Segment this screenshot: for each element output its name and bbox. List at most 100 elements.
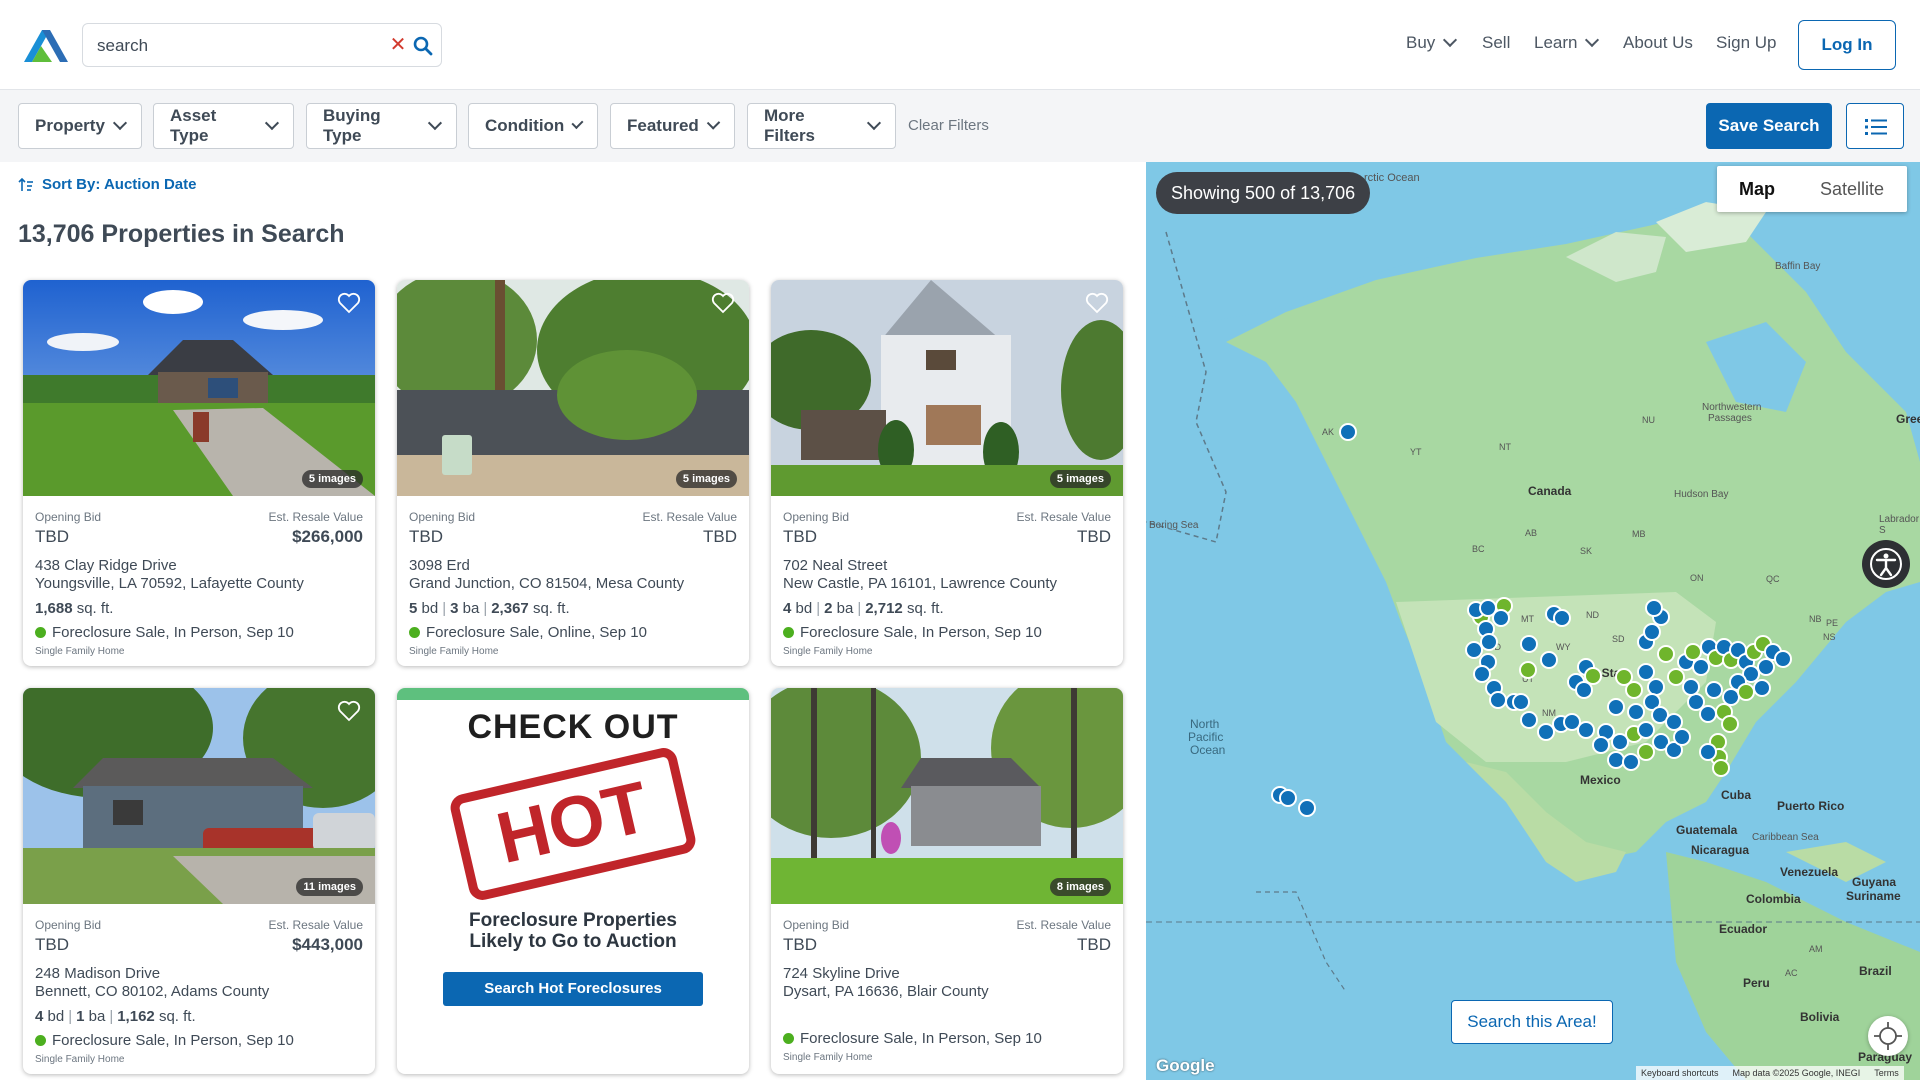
nav-buy[interactable]: Buy [1406,32,1458,53]
property-photo[interactable]: 5 images [397,280,749,496]
accessibility-button[interactable] [1862,540,1910,588]
favorite-heart-icon[interactable] [1085,292,1109,314]
google-logo: Google [1156,1056,1215,1075]
search-this-area-button[interactable]: Search this Area! [1451,1000,1613,1044]
results-count-title: 13,706 Properties in Search [18,220,345,248]
nav-buy-label: Buy [1406,33,1436,52]
map-data-text: Map data ©2025 Google, INEGI [1732,1068,1861,1078]
address-line1: 3098 Erd [409,557,470,574]
property-type: Single Family Home [35,646,125,657]
address-line1: 724 Skyline Drive [783,965,900,982]
baths-value: 1 [76,1008,85,1025]
opening-bid-label: Opening Bid [783,918,850,932]
nav-sign-up[interactable]: Sign Up [1716,33,1776,53]
brand-logo[interactable] [22,26,70,64]
favorite-heart-icon[interactable] [711,292,735,314]
list-view-button[interactable] [1846,103,1904,149]
property-card[interactable]: 5 images Opening Bid Est. Resale Value T… [23,280,375,666]
map-type-toggle: Map Satellite [1717,166,1907,212]
address-line2: Grand Junction, CO 81504, Mesa County [409,575,685,592]
sale-info: Foreclosure Sale, In Person, Sep 10 [783,1030,1042,1047]
resale-label: Est. Resale Value [1016,918,1112,932]
opening-bid-value: TBD [783,935,817,954]
image-count-badge: 11 images [296,878,363,896]
save-search-button[interactable]: Save Search [1706,103,1832,149]
map-panel[interactable]: rctic Ocean Baffin Bay Gree Northwestern… [1146,162,1920,1080]
address-line1: 248 Madison Drive [35,965,161,982]
opening-bid-value: TBD [409,527,443,546]
search-icon[interactable] [411,34,435,58]
property-photo[interactable]: 5 images [23,280,375,496]
map-type-map-button[interactable]: Map [1717,166,1797,212]
marker-cluster-hawaii[interactable] [1271,786,1316,817]
property-card[interactable]: 8 images Opening Bid Est. Resale Value T… [771,688,1123,1074]
image-count-badge: 8 images [1049,878,1111,896]
promo-headline: CHECK OUT [467,708,679,746]
property-type: Single Family Home [35,1054,125,1065]
property-specs: 4 bd | 2 ba | 2,712 sq. ft. [783,600,944,617]
nav-sell-label: Sell [1482,33,1511,52]
marker-cluster-east[interactable] [1667,635,1792,777]
nav-learn[interactable]: Learn [1534,32,1600,53]
marker-cluster-west[interactable] [1465,597,1571,741]
filter-buying-type[interactable]: Buying Type [306,103,457,149]
sale-info: Foreclosure Sale, Online, Sep 10 [409,624,647,641]
chevron-down-icon [706,116,721,130]
sqft-value: 2,712 [865,600,903,617]
filter-featured[interactable]: Featured [610,103,735,149]
clear-filters-link[interactable]: Clear Filters [908,117,989,134]
status-dot-icon [783,627,794,638]
chevron-down-icon [428,116,443,130]
keyboard-shortcuts-link[interactable]: Keyboard shortcuts [1641,1066,1719,1080]
terms-link[interactable]: Terms [1874,1066,1899,1080]
login-button[interactable]: Log In [1798,20,1896,70]
sale-info: Foreclosure Sale, In Person, Sep 10 [35,624,294,641]
marker-cluster-central[interactable] [1563,599,1691,771]
filter-more-filters[interactable]: More Filters [747,103,896,149]
sqft-value: 2,367 [491,600,529,617]
chevron-down-icon [1585,32,1600,48]
sale-text: Foreclosure Sale, In Person, Sep 10 [800,624,1042,641]
opening-bid-label: Opening Bid [35,510,102,524]
search-input[interactable] [97,34,377,58]
property-card[interactable]: 5 images Opening Bid Est. Resale Value T… [397,280,749,666]
resale-label: Est. Resale Value [1016,510,1112,524]
sort-by-control[interactable]: Sort By: Auction Date [18,176,196,193]
property-type: Single Family Home [783,646,873,657]
property-photo[interactable]: 11 images [23,688,375,904]
clear-search-icon[interactable]: ✕ [386,33,410,57]
my-location-button[interactable] [1868,1016,1908,1056]
map-type-satellite-button[interactable]: Satellite [1797,166,1907,212]
filter-condition[interactable]: Condition [468,103,598,149]
map-markers[interactable] [1146,162,1920,1080]
nav-about-label: About Us [1623,33,1693,52]
sort-by-label: Sort By: Auction Date [42,176,197,193]
resale-label: Est. Resale Value [642,510,738,524]
property-card[interactable]: 11 images Opening Bid Est. Resale Value … [23,688,375,1074]
property-type: Single Family Home [783,1052,873,1063]
crosshair-icon [1874,1022,1902,1050]
nav-about-us[interactable]: About Us [1623,33,1693,53]
nav-learn-label: Learn [1534,33,1578,52]
favorite-heart-icon[interactable] [337,292,361,314]
property-photo[interactable]: 8 images [771,688,1123,904]
sale-text: Foreclosure Sale, In Person, Sep 10 [52,624,294,641]
opening-bid-value: TBD [783,527,817,546]
filter-property-label: Property [35,116,105,135]
sqft-unit: sq. ft. [532,600,570,617]
marker-alaska[interactable] [1339,423,1357,441]
filter-asset-type[interactable]: Asset Type [153,103,294,149]
resale-label: Est. Resale Value [268,918,364,932]
property-card[interactable]: 5 images Opening Bid Est. Resale Value T… [771,280,1123,666]
property-photo[interactable]: 5 images [771,280,1123,496]
search-hot-foreclosures-button[interactable]: Search Hot Foreclosures [443,972,703,1006]
nav-signup-label: Sign Up [1716,33,1777,52]
nav-sell[interactable]: Sell [1482,33,1510,53]
resale-label: Est. Resale Value [268,510,364,524]
favorite-heart-icon[interactable] [337,700,361,722]
beds-value: 4 [783,600,792,617]
chevron-down-icon [1443,32,1458,48]
status-dot-icon [409,627,420,638]
filter-property[interactable]: Property [18,103,142,149]
beds-value: 5 [409,600,418,617]
